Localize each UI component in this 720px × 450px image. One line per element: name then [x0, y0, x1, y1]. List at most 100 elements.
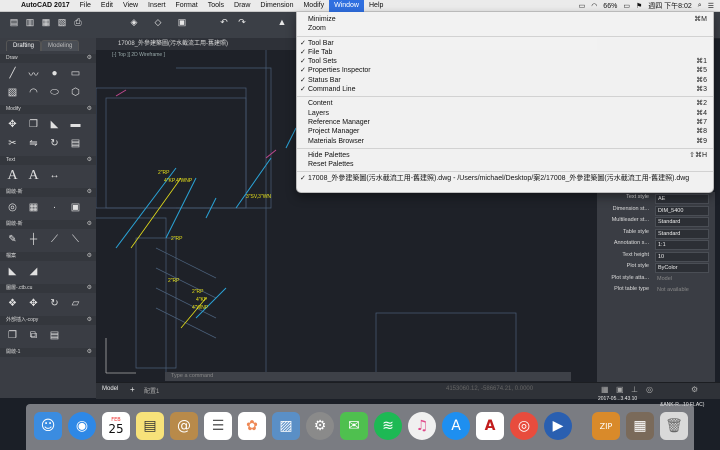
line-tool-icon[interactable]: ╱: [4, 66, 21, 81]
menu-format[interactable]: Format: [171, 0, 203, 12]
reminders-icon[interactable]: ☰: [204, 412, 232, 440]
section-header-draw[interactable]: Draw ⚙: [0, 54, 96, 63]
quicktime-icon[interactable]: ▶: [544, 412, 572, 440]
layout-tool-icon[interactable]: ▣: [67, 200, 84, 215]
notification-center-icon[interactable]: ☰: [708, 2, 714, 10]
polygon-tool-icon[interactable]: ⬡: [67, 85, 84, 100]
property-value-select[interactable]: Standard: [655, 228, 709, 239]
section-header-modify[interactable]: Modify ⚙: [0, 105, 96, 114]
spotify-icon[interactable]: ≋: [374, 412, 402, 440]
osnap-toggle-icon[interactable]: ◎: [646, 385, 653, 394]
point-tool-icon[interactable]: ·: [46, 200, 63, 215]
section-header-open-new-1[interactable]: 開啟-新 ⚙: [0, 188, 96, 197]
grid-toggle-icon[interactable]: ▦: [601, 385, 609, 394]
property-value-select[interactable]: Standard: [655, 217, 709, 227]
menu-item-command-line[interactable]: ✓ Command Line ⌘3: [297, 85, 713, 94]
gear-icon[interactable]: ⚙: [87, 188, 92, 197]
save-icon[interactable]: ▦: [40, 16, 52, 28]
menu-item-open-document[interactable]: ✓ 17008_外參建築圖(污水截流工用-舊建照).dwg - /Users/mi…: [297, 174, 713, 183]
target-tool-icon[interactable]: ◎: [4, 200, 21, 215]
menu-item-minimize[interactable]: Minimize ⌘M: [297, 15, 713, 24]
menu-edit[interactable]: Edit: [96, 0, 118, 12]
menu-item-status-bar[interactable]: ✓ Status Bar ⌘6: [297, 76, 713, 85]
open-file-icon[interactable]: ▥: [24, 16, 36, 28]
menu-view[interactable]: View: [118, 0, 143, 12]
save-as-icon[interactable]: ▧: [56, 16, 68, 28]
viewport-controls[interactable]: [-] Top ][ 2D Wireframe ]: [112, 52, 165, 58]
messages-icon[interactable]: ✉: [340, 412, 368, 440]
grid-tool-icon[interactable]: ▦: [25, 200, 42, 215]
autocad-icon[interactable]: A: [476, 412, 504, 440]
tab-modeling[interactable]: Modeling: [41, 39, 80, 51]
block-tool-icon[interactable]: ◣: [4, 264, 21, 279]
section-header-layer-ctb[interactable]: 圖層-.ctb.cu ⚙: [0, 284, 96, 293]
copy-tool-icon[interactable]: ❐: [25, 117, 42, 132]
layer-state-icon[interactable]: ▣: [176, 16, 188, 28]
menu-item-properties-inspector[interactable]: ✓ Properties Inspector ⌘5: [297, 66, 713, 75]
menu-help[interactable]: Help: [364, 0, 388, 12]
property-value-select[interactable]: 1:1: [655, 240, 709, 250]
menu-item-tool-sets[interactable]: ✓ Tool Sets ⌘1: [297, 57, 713, 66]
archive-icon[interactable]: ZIP: [592, 412, 620, 440]
snap-toggle-icon[interactable]: ▣: [616, 385, 624, 394]
menu-window[interactable]: Window: [329, 0, 364, 12]
menu-item-reset-palettes[interactable]: Reset Palettes: [297, 160, 713, 169]
menu-insert[interactable]: Insert: [143, 0, 171, 12]
new-file-icon[interactable]: ▤: [8, 16, 20, 28]
eraser-tool-icon[interactable]: ▱: [67, 296, 84, 311]
rotate-tool-icon[interactable]: ↻: [46, 136, 63, 151]
ortho-toggle-icon[interactable]: ⊥: [631, 385, 638, 394]
text-tool-icon[interactable]: A: [4, 168, 21, 183]
menu-item-hide-palettes[interactable]: Hide Palettes ⇧⌘H: [297, 151, 713, 160]
menu-item-layers[interactable]: Layers ⌘4: [297, 109, 713, 118]
property-value-select[interactable]: AE: [655, 194, 709, 204]
tab-model[interactable]: Model: [102, 386, 118, 392]
ellipse-tool-icon[interactable]: ⬭: [46, 85, 63, 100]
section-header-open-1[interactable]: 開啟-1 ⚙: [0, 348, 96, 357]
hatch-tool-icon[interactable]: ▧: [4, 85, 21, 100]
calendar-icon[interactable]: FEB 25: [102, 412, 130, 440]
gear-icon[interactable]: ⚙: [87, 252, 92, 261]
property-value-select[interactable]: DIM_5400: [655, 205, 709, 216]
polyline-tool-icon[interactable]: 〰: [25, 66, 42, 81]
gear-icon[interactable]: ⚙: [87, 105, 92, 114]
flag-icon[interactable]: ⚑: [636, 2, 642, 10]
trim-tool-icon[interactable]: ✂: [4, 136, 21, 151]
menu-modify[interactable]: Modify: [298, 0, 329, 12]
itunes-icon[interactable]: ♫: [408, 412, 436, 440]
battery-icon[interactable]: ▭: [623, 2, 630, 10]
mirror-tool-icon[interactable]: ⇋: [25, 136, 42, 151]
clock[interactable]: 週四 下午8:02: [648, 1, 692, 11]
desktop-file-label[interactable]: 2017-05...3.43.10: [598, 396, 637, 402]
move-arrows-tool-icon[interactable]: ✥: [25, 296, 42, 311]
tab-layout1[interactable]: 配置1: [144, 386, 159, 395]
add-layout-icon[interactable]: +: [130, 385, 135, 394]
section-header-file[interactable]: 檔案 ⚙: [0, 252, 96, 261]
measure-tool-icon[interactable]: ⟍: [67, 232, 84, 247]
battery-level[interactable]: 66%: [603, 3, 617, 10]
menu-file[interactable]: File: [75, 0, 96, 12]
redo-icon[interactable]: ↷: [236, 16, 248, 28]
menu-dimension[interactable]: Dimension: [255, 0, 298, 12]
menu-item-materials-browser[interactable]: Materials Browser ⌘9: [297, 137, 713, 146]
gear-icon[interactable]: ⚙: [87, 284, 92, 293]
preview-icon[interactable]: ▨: [272, 412, 300, 440]
property-value-input[interactable]: 10: [655, 251, 709, 262]
attach-tool-icon[interactable]: ⧉: [25, 328, 42, 343]
section-header-external-copy[interactable]: 外部插入-copy ⚙: [0, 316, 96, 325]
arc-tool-icon[interactable]: ◠: [25, 85, 42, 100]
offset-tool-icon[interactable]: ▤: [67, 136, 84, 151]
refresh-tool-icon[interactable]: ↻: [46, 296, 63, 311]
finder-icon[interactable]: ☺: [34, 412, 62, 440]
gear-icon[interactable]: ⚙: [87, 220, 92, 229]
tool-icon[interactable]: ▲: [276, 16, 288, 28]
system-preferences-icon[interactable]: ⚙: [306, 412, 334, 440]
command-line-input[interactable]: Type a command: [165, 372, 571, 381]
layer-icon[interactable]: ◈: [128, 16, 140, 28]
match-properties-icon[interactable]: ◇: [152, 16, 164, 28]
gear-icon[interactable]: ⚙: [87, 156, 92, 165]
wifi-icon[interactable]: ◠: [591, 2, 597, 10]
chrome-icon[interactable]: ◎: [510, 412, 538, 440]
menu-item-reference-manager[interactable]: Reference Manager ⌘7: [297, 118, 713, 127]
menu-item-project-manager[interactable]: Project Manager ⌘8: [297, 127, 713, 136]
